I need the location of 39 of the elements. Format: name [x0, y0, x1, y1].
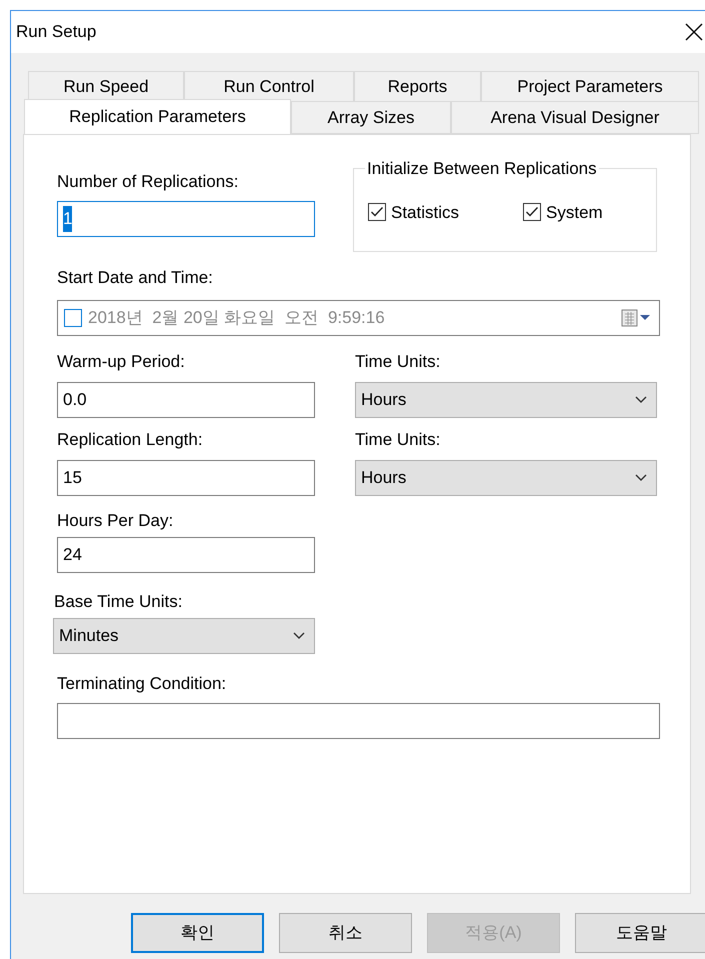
tab[interactable]: Reports — [354, 71, 481, 102]
input-field[interactable]: 0.0 — [57, 382, 315, 418]
dialog-button[interactable]: 확인 — [131, 913, 264, 953]
checkbox-label[interactable]: Statistics — [391, 200, 460, 225]
input-field[interactable] — [57, 703, 660, 739]
window-title: Run Setup — [16, 21, 96, 44]
tab[interactable]: Run Control — [184, 71, 354, 102]
tab[interactable]: Arena Visual Designer — [451, 101, 699, 134]
field-label: Warm-up Period: — [57, 352, 186, 372]
input-field[interactable]: 1 — [57, 201, 315, 237]
tab[interactable]: Replication Parameters — [24, 99, 291, 134]
dropdown[interactable]: Minutes — [53, 618, 315, 654]
chevron-down-icon — [635, 396, 647, 404]
field-label: Replication Length: — [57, 430, 204, 450]
dropdown[interactable]: Hours — [355, 382, 657, 418]
field-label: Number of Replications: — [57, 172, 240, 192]
dialog-button[interactable]: 도움말 — [575, 913, 705, 953]
checkbox[interactable] — [523, 203, 542, 222]
checkbox[interactable] — [368, 203, 386, 222]
field-label: Start Date and Time: — [57, 268, 214, 288]
calendar-dropdown-icon[interactable] — [621, 309, 651, 327]
field-label: Terminating Condition: — [57, 674, 226, 694]
tab[interactable]: Project Parameters — [481, 71, 699, 102]
input-field[interactable]: 24 — [57, 537, 315, 573]
input-field[interactable]: 15 — [57, 460, 315, 496]
checkbox-label[interactable]: System — [546, 200, 603, 225]
field-label: Time Units: — [355, 430, 440, 450]
field-label: Base Time Units: — [54, 592, 182, 612]
tab[interactable]: Array Sizes — [291, 101, 451, 134]
chevron-down-icon — [635, 474, 647, 482]
field-label: Hours Per Day: — [57, 511, 174, 531]
close-icon[interactable] — [685, 23, 703, 41]
dropdown[interactable]: Hours — [355, 460, 657, 496]
field-label: Time Units: — [355, 352, 440, 372]
chevron-down-icon — [293, 632, 305, 640]
group-title: Initialize Between Replications — [366, 158, 598, 180]
tab[interactable]: Run Speed — [28, 71, 184, 102]
dialog-button[interactable]: 취소 — [279, 913, 412, 953]
checkbox[interactable] — [64, 309, 82, 327]
